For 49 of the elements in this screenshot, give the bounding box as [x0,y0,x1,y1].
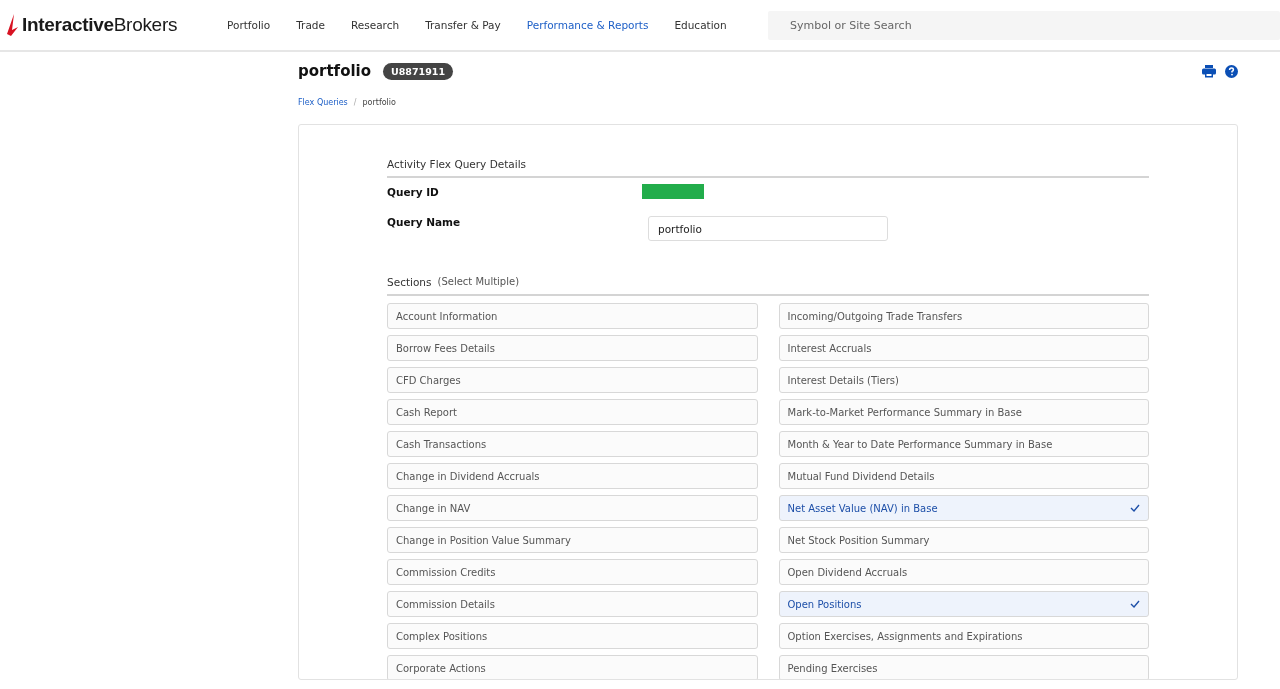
breadcrumb-link[interactable]: Flex Queries [298,98,348,107]
section-option[interactable]: Month & Year to Date Performance Summary in Base [778,431,1149,457]
section-option[interactable]: Commission Credits [387,559,758,585]
nav-link[interactable]: Research [337,19,413,31]
section-heading: Sections [387,276,432,288]
check-icon [1130,504,1140,512]
section-option[interactable]: Pending Exercises [778,655,1149,679]
section-option[interactable]: CFD Charges [387,367,758,393]
section-heading: Activity Flex Query Details [387,158,527,170]
section-option[interactable]: Change in Position Value Summary [387,527,758,553]
current-page-text: portfolio [362,98,396,107]
nav-link[interactable]: Education [661,19,740,31]
nav-link[interactable]: Portfolio [214,19,284,31]
redacted-value [642,184,704,199]
section-option[interactable]: Open Dividend Accruals [778,559,1149,585]
help-icon[interactable] [1225,64,1238,78]
section-option[interactable]: Cash Transactions [387,431,758,457]
section-option[interactable]: Mutual Fund Dividend Details [778,463,1149,489]
section-option[interactable]: Cash Report [387,399,758,425]
section-option[interactable]: Corporate Actions [387,655,758,679]
print-icon[interactable] [1202,64,1216,78]
section-option[interactable]: Borrow Fees Details [387,335,758,361]
page-title: portfolio [298,62,372,80]
nav-link[interactable]: Transfer & Pay [412,19,514,31]
breadcrumb-separator: / [353,98,357,107]
search-field[interactable]: Symbol or Site Search [768,10,1280,40]
query-name-field[interactable]: portfolio [648,216,888,241]
section-option[interactable]: Net Stock Position Summary [778,527,1149,553]
account-badge: U8871911 [383,62,454,80]
section-option[interactable]: Change in NAV [387,495,758,521]
section-option[interactable]: Commission Details [387,591,758,617]
check-icon [1130,600,1140,608]
section-option[interactable]: Account Information [387,303,758,329]
field-label: Query ID [387,185,440,198]
field-label: Query Name [387,216,462,228]
section-option[interactable]: Net Asset Value (NAV) in Base [778,495,1149,521]
section-hint: (Select Multiple) [437,276,520,288]
section-option[interactable]: Open Positions [778,591,1149,617]
section-option[interactable]: Complex Positions [387,623,758,649]
section-option[interactable]: Interest Accruals [778,335,1149,361]
section-option[interactable]: Mark-to-Market Performance Summary in Base [778,399,1149,425]
section-option[interactable]: Interest Details (Tiers) [778,367,1149,393]
nav-link[interactable]: Performance & Reports [513,19,662,31]
section-option[interactable]: Incoming/Outgoing Trade Transfers [778,303,1149,329]
section-option[interactable]: Option Exercises, Assignments and Expirations [778,623,1149,649]
section-option[interactable]: Change in Dividend Accruals [387,463,758,489]
logo-icon [7,14,19,36]
logo-text[interactable]: InteractiveBrokers [22,14,178,36]
nav-link[interactable]: Trade [283,19,338,31]
